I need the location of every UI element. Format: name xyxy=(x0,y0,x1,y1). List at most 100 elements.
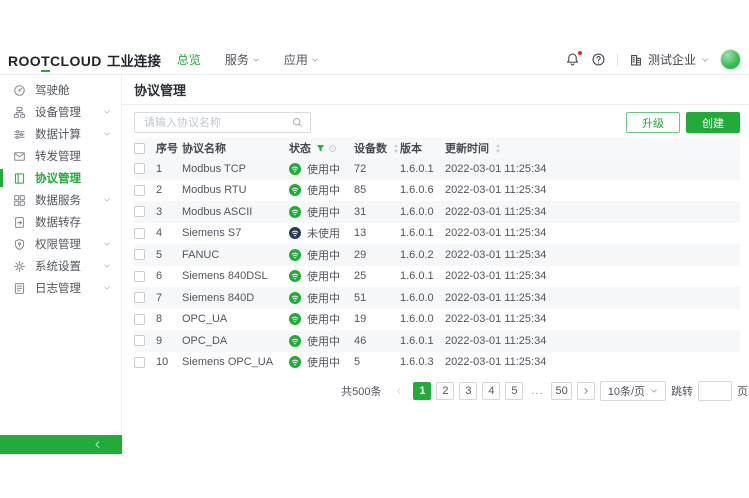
select-all-checkbox[interactable] xyxy=(134,143,145,154)
page-button-3[interactable]: 3 xyxy=(459,382,477,400)
app-window: ROOTCLOUD 工业连接 总览 服务 应用 测试企业 xyxy=(0,45,749,435)
sort-icon[interactable] xyxy=(494,143,502,154)
sidebar-item-log-management[interactable]: 日志管理 xyxy=(0,277,121,299)
device-count: 19 xyxy=(354,313,400,325)
row-checkbox[interactable] xyxy=(134,206,145,217)
table-row[interactable]: 1 Modbus TCP 使用中 72 1.6.0.1 2022-03-01 1… xyxy=(134,158,740,180)
compute-icon xyxy=(13,128,26,141)
protocol-status: 使用中 xyxy=(289,333,354,349)
sidebar-item-permission-management[interactable]: 权限管理 xyxy=(0,233,121,255)
table-row[interactable]: 6 Siemens 840DSL 使用中 25 1.6.0.1 2022-03-… xyxy=(134,266,740,288)
table-row[interactable]: 3 Modbus ASCII 使用中 31 1.6.0.0 2022-03-01… xyxy=(134,201,740,223)
sidebar-item-system-settings[interactable]: 系统设置 xyxy=(0,255,121,277)
chevron-down-icon xyxy=(103,240,111,248)
create-button[interactable]: 创建 xyxy=(686,112,740,133)
updated-time: 2022-03-01 11:25:34 xyxy=(445,184,740,196)
help-button[interactable] xyxy=(591,52,606,67)
row-index: 3 xyxy=(156,206,182,218)
sidebar-item-label: 驾驶舱 xyxy=(35,82,70,98)
status-icon xyxy=(289,184,301,196)
sidebar-item-dashboard[interactable]: 驾驶舱 xyxy=(0,79,121,101)
row-index: 8 xyxy=(156,313,182,325)
chevron-left-icon xyxy=(93,440,102,449)
main-content: 协议管理 升级 创建 序号 协议名称 状态 xyxy=(122,75,749,454)
chevron-down-icon xyxy=(701,56,709,64)
search-box xyxy=(134,112,311,133)
row-checkbox[interactable] xyxy=(134,335,145,346)
table-row[interactable]: 2 Modbus RTU 使用中 85 1.6.0.6 2022-03-01 1… xyxy=(134,180,740,202)
column-device-count: 设备数 xyxy=(354,140,400,156)
device-count: 29 xyxy=(354,249,400,261)
user-avatar[interactable] xyxy=(720,49,741,70)
table-row[interactable]: 9 OPC_DA 使用中 46 1.6.0.1 2022-03-01 11:25… xyxy=(134,330,740,352)
permission-icon xyxy=(13,238,26,251)
status-icon xyxy=(289,163,301,175)
search-icon[interactable] xyxy=(292,117,303,128)
sidebar-item-data-service[interactable]: 数据服务 xyxy=(0,189,121,211)
version: 1.6.0.2 xyxy=(400,249,445,261)
version: 1.6.0.1 xyxy=(400,270,445,282)
sidebar-item-label: 设备管理 xyxy=(35,104,81,120)
page-button-4[interactable]: 4 xyxy=(482,382,500,400)
page-button-5[interactable]: 5 xyxy=(505,382,523,400)
page-button-1[interactable]: 1 xyxy=(413,382,431,400)
updated-time: 2022-03-01 11:25:34 xyxy=(445,335,740,347)
status-text: 使用中 xyxy=(307,182,340,198)
table-row[interactable]: 5 FANUC 使用中 29 1.6.0.2 2022-03-01 11:25:… xyxy=(134,244,740,266)
nav-apps[interactable]: 应用 xyxy=(284,51,319,68)
upgrade-button[interactable]: 升级 xyxy=(626,112,680,133)
status-icon xyxy=(289,335,301,347)
filter-settings-icon[interactable] xyxy=(328,144,337,153)
updated-time: 2022-03-01 11:25:34 xyxy=(445,292,740,304)
version: 1.6.0.0 xyxy=(400,206,445,218)
toolbar: 升级 创建 xyxy=(134,112,740,133)
tenant-switcher[interactable]: 测试企业 xyxy=(629,51,709,68)
table-row[interactable]: 8 OPC_UA 使用中 19 1.6.0.0 2022-03-01 11:25… xyxy=(134,309,740,331)
page-button-50[interactable]: 50 xyxy=(551,382,571,400)
prev-page-button[interactable] xyxy=(390,382,408,400)
page-button-2[interactable]: 2 xyxy=(436,382,454,400)
table-row[interactable]: 10 Siemens OPC_UA 使用中 5 1.6.0.3 2022-03-… xyxy=(134,352,740,374)
sidebar-item-data-transfer[interactable]: 数据转存 xyxy=(0,211,121,233)
next-page-button[interactable] xyxy=(577,382,595,400)
page-size-select[interactable]: 10条/页 xyxy=(600,381,666,401)
protocol-name: OPC_UA xyxy=(182,313,289,325)
search-input[interactable] xyxy=(142,116,292,130)
nav-overview[interactable]: 总览 xyxy=(177,51,201,68)
chevron-down-icon xyxy=(103,284,111,292)
row-checkbox[interactable] xyxy=(134,271,145,282)
status-text: 使用中 xyxy=(307,290,340,306)
sidebar-item-protocol-management[interactable]: 协议管理 xyxy=(0,167,121,189)
screen: ROOTCLOUD 工业连接 总览 服务 应用 测试企业 xyxy=(0,0,749,498)
sidebar-item-device-management[interactable]: 设备管理 xyxy=(0,101,121,123)
updated-time: 2022-03-01 11:25:34 xyxy=(445,356,740,368)
column-status-label: 状态 xyxy=(289,140,311,156)
nav-services[interactable]: 服务 xyxy=(225,51,260,68)
sidebar-collapse-button[interactable] xyxy=(0,435,122,454)
jump-label: 跳转 xyxy=(671,383,693,399)
row-checkbox[interactable] xyxy=(134,249,145,260)
device-count: 72 xyxy=(354,163,400,175)
table-row[interactable]: 4 Siemens S7 未使用 13 1.6.0.1 2022-03-01 1… xyxy=(134,223,740,245)
page-header: 协议管理 xyxy=(122,75,749,105)
row-checkbox[interactable] xyxy=(134,163,145,174)
table-row[interactable]: 7 Siemens 840D 使用中 51 1.6.0.0 2022-03-01… xyxy=(134,287,740,309)
total-count: 共500条 xyxy=(341,383,381,399)
row-checkbox[interactable] xyxy=(134,185,145,196)
jump-page-input[interactable] xyxy=(698,381,732,401)
row-checkbox[interactable] xyxy=(134,228,145,239)
sort-icon[interactable] xyxy=(392,143,400,154)
notifications-button[interactable] xyxy=(565,52,580,67)
row-checkbox[interactable] xyxy=(134,357,145,368)
row-checkbox[interactable] xyxy=(134,314,145,325)
chevron-right-icon xyxy=(582,387,590,395)
filter-funnel-icon[interactable] xyxy=(316,144,325,153)
sidebar-item-forward-management[interactable]: 转发管理 xyxy=(0,145,121,167)
version: 1.6.0.0 xyxy=(400,292,445,304)
company-icon xyxy=(629,53,643,67)
brand-logo[interactable]: ROOTCLOUD 工业连接 xyxy=(8,50,161,70)
sidebar-item-data-compute[interactable]: 数据计算 xyxy=(0,123,121,145)
row-index: 1 xyxy=(156,163,182,175)
row-checkbox[interactable] xyxy=(134,292,145,303)
chevron-down-icon xyxy=(252,56,260,64)
